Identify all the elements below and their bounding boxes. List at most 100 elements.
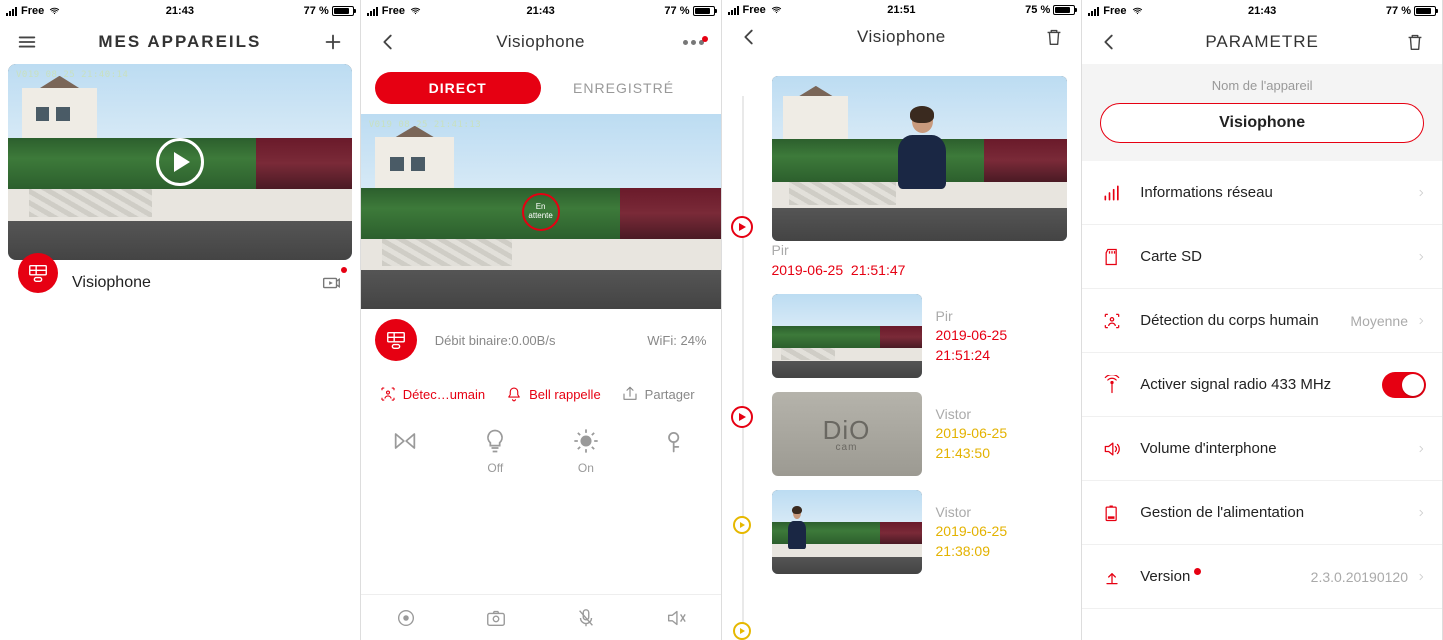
event-item[interactable]: Vistor 2019-06-2521:38:09 (772, 490, 1068, 574)
wifi-icon (409, 6, 422, 16)
timeline-node-icon[interactable] (731, 216, 753, 238)
delete-button[interactable] (1400, 27, 1430, 57)
version-value: 2.3.0.20190120 (1311, 569, 1408, 585)
flip-button[interactable] (391, 427, 419, 475)
light-off-button[interactable]: Off (481, 427, 509, 475)
more-button[interactable] (679, 27, 709, 57)
back-button[interactable] (734, 22, 764, 52)
chevron-right-icon (1416, 186, 1426, 200)
timeline-node-icon[interactable] (731, 406, 753, 428)
device-name-button[interactable]: Visiophone (1100, 103, 1424, 143)
tab-recorded[interactable]: ENREGISTRÉ (541, 72, 707, 104)
event-type: Pir (772, 241, 1068, 261)
play-icon (156, 138, 204, 186)
bottom-toolbar (361, 594, 721, 640)
event-thumbnail (772, 490, 922, 574)
speaker-mute-button[interactable] (665, 607, 687, 629)
event-item[interactable]: DiOcam Vistor 2019-06-2521:43:50 (772, 392, 1068, 476)
device-preview-card[interactable]: V019 08 25 21:40:14 (8, 64, 352, 260)
human-detection-value: Moyenne (1350, 313, 1408, 329)
navbar: MES APPAREILS (0, 20, 360, 64)
row-network-info[interactable]: Informations réseau (1082, 161, 1442, 225)
add-device-button[interactable] (318, 27, 348, 57)
back-button[interactable] (373, 27, 403, 57)
speaker-icon (1098, 439, 1126, 459)
bell-recall-button[interactable]: Bell rappelle (505, 385, 601, 403)
device-name-label: Nom de l'appareil (1100, 78, 1424, 93)
recordings-button[interactable] (316, 268, 346, 298)
bitrate: Débit binaire:0.00B/s (435, 333, 556, 348)
timeline-node-icon[interactable] (733, 622, 751, 640)
action-row: Détec…umain Bell rappelle Partager (361, 371, 721, 417)
status-bar: Free 21:43 77 % (0, 0, 360, 20)
event-item[interactable]: Pir 2019-06-25 21:51:47 (772, 76, 1068, 280)
chevron-right-icon (1416, 570, 1426, 584)
sd-card-icon (1098, 247, 1126, 267)
navbar: PARAMETRE (1082, 20, 1442, 64)
delete-button[interactable] (1039, 22, 1069, 52)
row-radio-signal[interactable]: Activer signal radio 433 MHz (1082, 353, 1442, 417)
record-button[interactable] (395, 607, 417, 629)
update-dot-icon (1194, 568, 1201, 575)
row-intercom-volume[interactable]: Volume d'interphone (1082, 417, 1442, 481)
battery-pct: 75 % (1025, 4, 1050, 16)
chevron-right-icon (1416, 506, 1426, 520)
live-video[interactable]: V019 08 25 21:41:13 En attente (361, 114, 721, 309)
menu-button[interactable] (12, 27, 42, 57)
signal-bars-icon (1088, 6, 1099, 16)
wifi-icon (1131, 6, 1144, 16)
screen-settings: Free 21:43 77 % PARAMETRE Nom de l'appar… (1082, 0, 1443, 640)
unlock-button[interactable] (662, 427, 690, 475)
snapshot-button[interactable] (485, 607, 507, 629)
antenna-icon (1098, 375, 1126, 395)
share-button[interactable]: Partager (621, 385, 695, 403)
battery-pct: 77 % (304, 5, 329, 17)
page-title: MES APPAREILS (42, 32, 318, 52)
event-thumbnail: DiOcam (772, 392, 922, 476)
battery-icon (693, 6, 715, 16)
row-version[interactable]: Version 2.3.0.20190120 (1082, 545, 1442, 609)
event-item[interactable]: Pir 2019-06-2521:51:24 (772, 294, 1068, 378)
stats-row: Débit binaire:0.00B/s WiFi: 24% (361, 309, 721, 371)
battery-pct: 77 % (1386, 5, 1411, 17)
event-datetime: 2019-06-25 21:51:47 (772, 261, 1068, 281)
signal-bars-icon (367, 6, 378, 16)
mic-mute-button[interactable] (575, 607, 597, 629)
event-type: Pir (936, 307, 1008, 327)
human-detect-button[interactable]: Détec…umain (379, 385, 485, 403)
screen-devices: Free 21:43 77 % MES APPAREILS V019 08 25… (0, 0, 361, 640)
row-sd-card[interactable]: Carte SD (1082, 225, 1442, 289)
device-type-icon (375, 319, 417, 361)
navbar: Visiophone (722, 18, 1082, 56)
chevron-right-icon (1416, 442, 1426, 456)
preview-timestamp: V019 08 25 21:41:13 (369, 120, 481, 130)
carrier-label: Free (382, 5, 405, 17)
timeline-track (722, 56, 762, 640)
tab-direct[interactable]: DIRECT (375, 72, 541, 104)
device-name-section: Nom de l'appareil Visiophone (1082, 64, 1442, 161)
battery-icon (332, 6, 354, 16)
wifi-strength: WiFi: 24% (647, 333, 706, 348)
battery-low-icon (1098, 503, 1126, 523)
event-list: Pir 2019-06-25 21:51:47 Pir 2019-06-2521… (762, 56, 1082, 640)
carrier-label: Free (21, 5, 44, 17)
control-grid: Off On (361, 417, 721, 485)
play-overlay[interactable] (8, 64, 352, 260)
status-bar: Free 21:43 77 % (1082, 0, 1442, 20)
upload-icon (1098, 567, 1126, 587)
timeline-node-icon[interactable] (733, 516, 751, 534)
notification-dot-icon (341, 267, 347, 273)
radio-toggle[interactable] (1382, 372, 1426, 398)
device-type-icon (18, 253, 58, 293)
settings-list: Informations réseau Carte SD Détection d… (1082, 161, 1442, 609)
status-bar: Free 21:43 77 % (361, 0, 721, 20)
row-power-management[interactable]: Gestion de l'alimentation (1082, 481, 1442, 545)
back-button[interactable] (1094, 27, 1124, 57)
waiting-badge: En attente (522, 193, 560, 231)
person-figure (896, 109, 949, 200)
light-on-button[interactable]: On (572, 427, 600, 475)
chevron-right-icon (1416, 250, 1426, 264)
row-human-detection[interactable]: Détection du corps humain Moyenne (1082, 289, 1442, 353)
battery-icon (1414, 6, 1436, 16)
status-bar: Free 21:51 75 % (722, 0, 1082, 18)
